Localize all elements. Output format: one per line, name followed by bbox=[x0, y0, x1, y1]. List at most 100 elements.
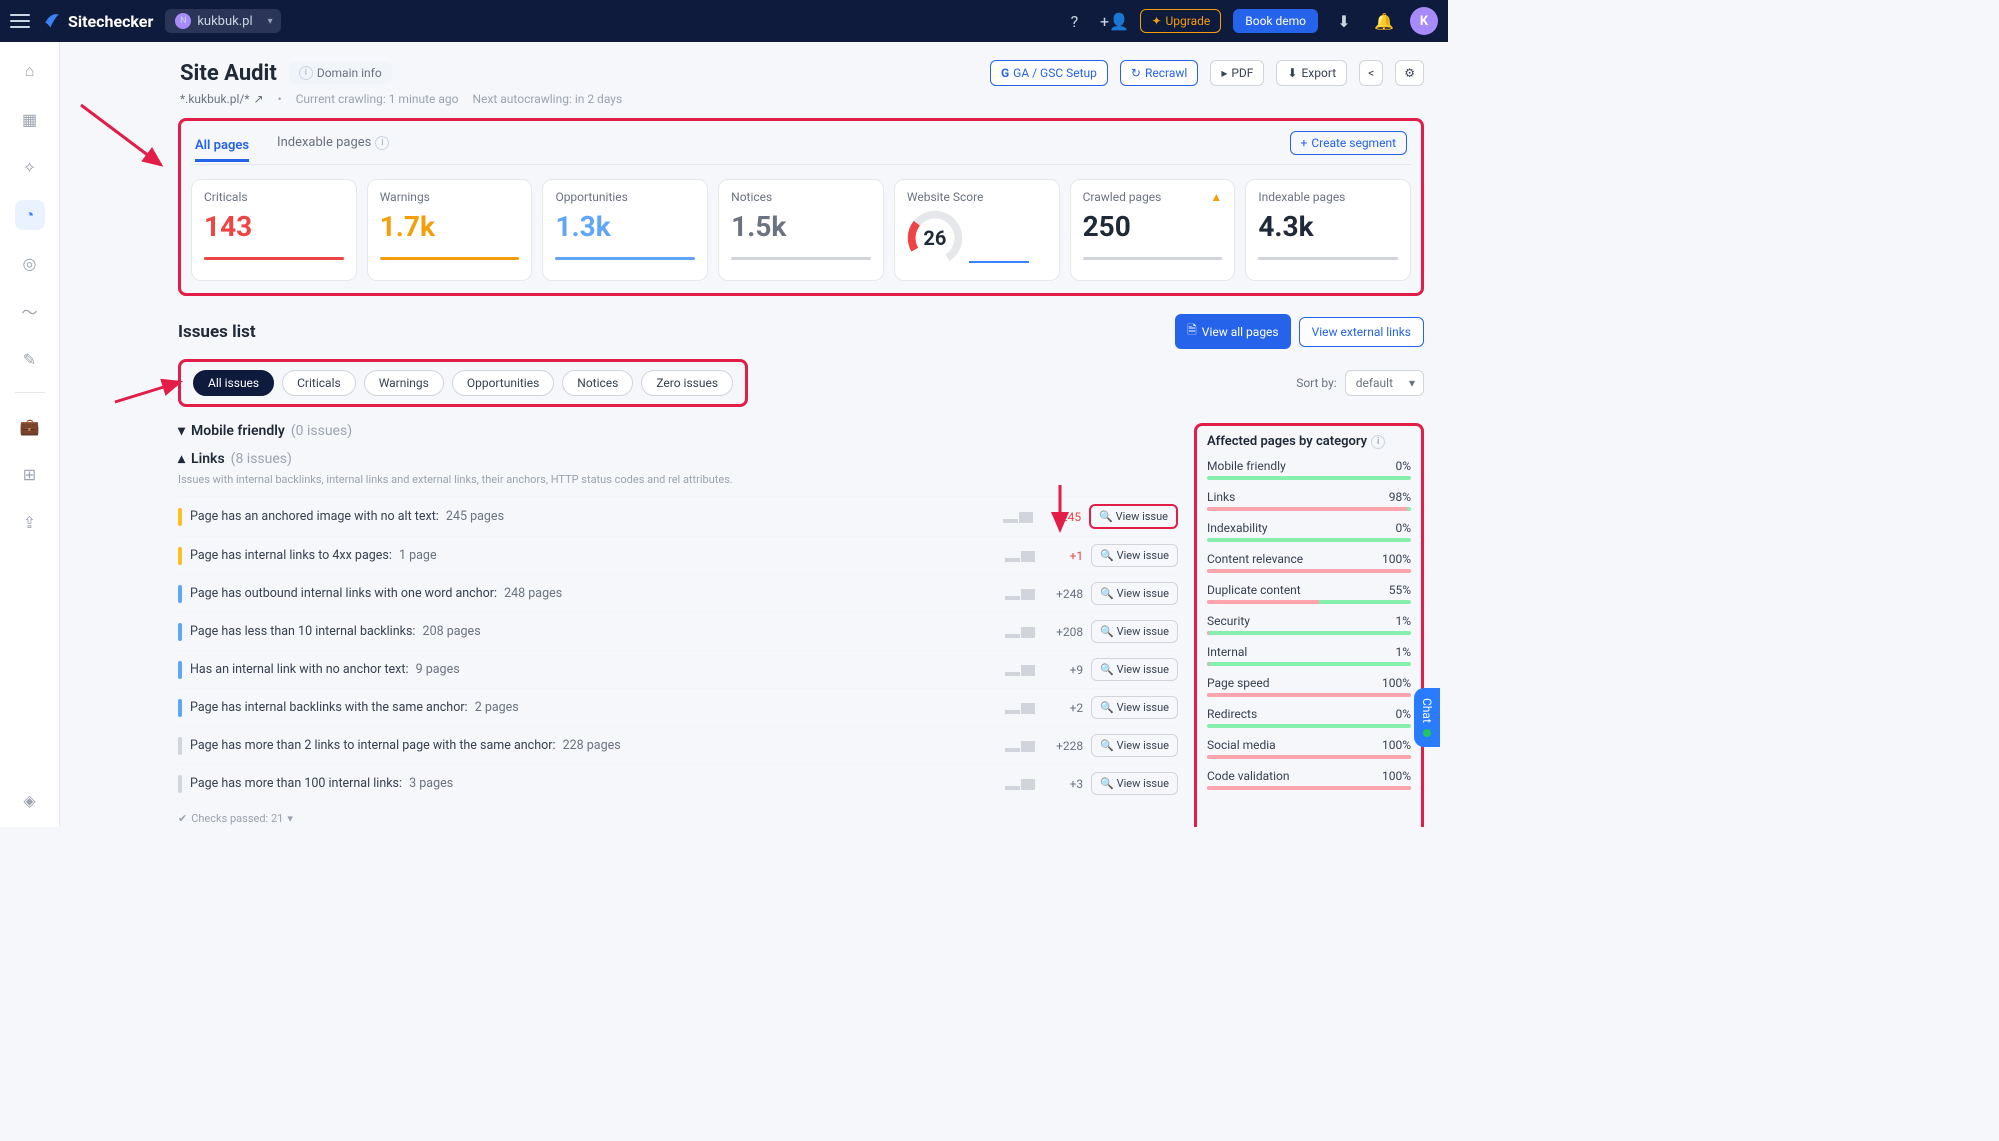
ga-gsc-button[interactable]: G GA / GSC Setup bbox=[990, 60, 1108, 86]
category-item[interactable]: Content relevance100% bbox=[1207, 552, 1411, 573]
view-issue-button[interactable]: 🔍 View issue bbox=[1089, 504, 1178, 529]
domain-info-button[interactable]: iDomain info bbox=[289, 62, 392, 84]
bell-icon[interactable]: 🔔 bbox=[1370, 7, 1398, 35]
issue-delta: +3 bbox=[1043, 777, 1083, 791]
issue-text[interactable]: Page has outbound internal links with on… bbox=[190, 586, 997, 601]
stat-website-score[interactable]: Website Score 26 bbox=[894, 179, 1060, 281]
stat-criticals[interactable]: Criticals 143 bbox=[191, 179, 357, 281]
download-icon[interactable]: ⬇ bbox=[1330, 7, 1358, 35]
filter-pills: All issues Criticals Warnings Opportunit… bbox=[178, 359, 748, 407]
stat-crawled[interactable]: ▲ Crawled pages 250 bbox=[1070, 179, 1236, 281]
sidebar-item-search[interactable]: ✧ bbox=[15, 152, 45, 182]
stats-panel: All pages Indexable pages i + Create seg… bbox=[178, 118, 1424, 296]
filter-criticals[interactable]: Criticals bbox=[282, 370, 356, 396]
sidebar-item-target[interactable]: ◎ bbox=[15, 248, 45, 278]
view-external-links-button[interactable]: View external links bbox=[1299, 317, 1424, 347]
issue-text[interactable]: Page has internal links to 4xx pages: 1 … bbox=[190, 548, 997, 563]
view-issue-button[interactable]: 🔍 View issue bbox=[1091, 658, 1178, 681]
stat-notices[interactable]: Notices 1.5k bbox=[718, 179, 884, 281]
group-header-links[interactable]: ▴ Links (8 issues) bbox=[178, 451, 1178, 467]
category-pct: 1% bbox=[1395, 645, 1411, 659]
sort-select[interactable]: default bbox=[1345, 370, 1424, 396]
issue-text[interactable]: Page has less than 10 internal backlinks… bbox=[190, 624, 997, 639]
create-segment-button[interactable]: + Create segment bbox=[1290, 131, 1407, 155]
hamburger-menu[interactable] bbox=[10, 14, 30, 28]
view-issue-button[interactable]: 🔍 View issue bbox=[1091, 582, 1178, 605]
severity-indicator bbox=[178, 508, 182, 526]
category-item[interactable]: Duplicate content55% bbox=[1207, 583, 1411, 604]
share-button[interactable]: < bbox=[1359, 60, 1383, 86]
sidebar-item-apps[interactable]: ⊞ bbox=[15, 459, 45, 489]
domain-selector[interactable]: N kukbuk.pl bbox=[165, 9, 280, 33]
recrawl-button[interactable]: ↻ Recrawl bbox=[1120, 60, 1198, 86]
issue-text[interactable]: Has an internal link with no anchor text… bbox=[190, 662, 997, 677]
view-issue-button[interactable]: 🔍 View issue bbox=[1091, 620, 1178, 643]
book-demo-button[interactable]: Book demo bbox=[1233, 9, 1318, 33]
group-name: Links bbox=[191, 451, 225, 467]
tab-indexable[interactable]: Indexable pages i bbox=[277, 129, 389, 156]
sort-label: Sort by: bbox=[1296, 376, 1337, 390]
sidebar-item-home[interactable]: ⌂ bbox=[15, 56, 45, 86]
help-icon[interactable]: ? bbox=[1060, 7, 1088, 35]
sidebar-item-audit[interactable]: ◔ bbox=[15, 200, 45, 230]
issue-text[interactable]: Page has more than 100 internal links: 3… bbox=[190, 776, 997, 791]
settings-button[interactable]: ⚙ bbox=[1395, 60, 1424, 86]
upgrade-button[interactable]: ✦ Upgrade bbox=[1140, 9, 1221, 33]
view-issue-button[interactable]: 🔍 View issue bbox=[1091, 772, 1178, 795]
info-icon: i bbox=[1371, 435, 1385, 449]
sort-control: Sort by: default bbox=[1296, 370, 1424, 396]
group-mobile: ▾ Mobile friendly (0 issues) bbox=[178, 423, 1178, 439]
category-bar bbox=[1207, 755, 1411, 759]
pdf-button[interactable]: ▸ PDF bbox=[1210, 60, 1264, 86]
brand-logo[interactable]: Sitechecker bbox=[42, 11, 153, 31]
category-item[interactable]: Internal1% bbox=[1207, 645, 1411, 666]
tab-all-pages[interactable]: All pages bbox=[195, 132, 249, 162]
domain-info-label: Domain info bbox=[317, 66, 382, 80]
checks-passed[interactable]: ✔ Checks passed: 21 ▾ bbox=[178, 812, 1178, 825]
category-bar bbox=[1207, 569, 1411, 573]
category-item[interactable]: Security1% bbox=[1207, 614, 1411, 635]
category-pct: 100% bbox=[1382, 552, 1411, 566]
view-issue-button[interactable]: 🔍 View issue bbox=[1091, 544, 1178, 567]
add-user-icon[interactable]: +👤 bbox=[1100, 7, 1128, 35]
sidebar-item-dashboard[interactable]: ▦ bbox=[15, 104, 45, 134]
sidebar-item-trends[interactable]: 〜 bbox=[15, 296, 45, 326]
scope-link[interactable]: *.kukbuk.pl/* ↗ bbox=[180, 92, 264, 106]
category-pct: 100% bbox=[1382, 769, 1411, 783]
issue-text[interactable]: Page has more than 2 links to internal p… bbox=[190, 738, 997, 753]
sidebar-item-diamond[interactable]: ◈ bbox=[15, 785, 45, 815]
category-item[interactable]: Indexability0% bbox=[1207, 521, 1411, 542]
brand-name: Sitechecker bbox=[68, 12, 153, 31]
issue-text[interactable]: Page has an anchored image with no alt t… bbox=[190, 509, 995, 524]
avatar[interactable]: K bbox=[1410, 7, 1438, 35]
category-item[interactable]: Mobile friendly0% bbox=[1207, 459, 1411, 480]
issue-text[interactable]: Page has internal backlinks with the sam… bbox=[190, 700, 997, 715]
view-all-pages-button[interactable]: 🗎 View all pages bbox=[1175, 314, 1290, 349]
export-label: Export bbox=[1301, 66, 1336, 80]
view-issue-button[interactable]: 🔍 View issue bbox=[1091, 734, 1178, 757]
stat-opportunities[interactable]: Opportunities 1.3k bbox=[542, 179, 708, 281]
stat-warnings[interactable]: Warnings 1.7k bbox=[367, 179, 533, 281]
filter-opportunities[interactable]: Opportunities bbox=[452, 370, 554, 396]
sidebar-item-briefcase[interactable]: 💼 bbox=[15, 411, 45, 441]
group-header-mobile[interactable]: ▾ Mobile friendly (0 issues) bbox=[178, 423, 1178, 439]
sidebar-item-share[interactable]: ⇪ bbox=[15, 507, 45, 537]
severity-indicator bbox=[178, 661, 182, 679]
category-item[interactable]: Links98% bbox=[1207, 490, 1411, 511]
filter-zero[interactable]: Zero issues bbox=[641, 370, 733, 396]
category-bar bbox=[1207, 600, 1411, 604]
issue-delta: +245 bbox=[1041, 510, 1081, 524]
chat-button[interactable]: Chat bbox=[1414, 688, 1440, 747]
category-item[interactable]: Page speed100% bbox=[1207, 676, 1411, 697]
category-item[interactable]: Redirects0% bbox=[1207, 707, 1411, 728]
export-button[interactable]: ⬇ Export bbox=[1276, 60, 1347, 86]
filter-all[interactable]: All issues bbox=[193, 370, 274, 396]
stat-indexable[interactable]: Indexable pages 4.3k bbox=[1245, 179, 1411, 281]
category-item[interactable]: Social media100% bbox=[1207, 738, 1411, 759]
category-item[interactable]: Code validation100% bbox=[1207, 769, 1411, 790]
categories-title: Affected pages by category i bbox=[1207, 434, 1411, 449]
sidebar-item-magic[interactable]: ✎ bbox=[15, 344, 45, 374]
filter-notices[interactable]: Notices bbox=[562, 370, 633, 396]
filter-warnings[interactable]: Warnings bbox=[364, 370, 444, 396]
view-issue-button[interactable]: 🔍 View issue bbox=[1091, 696, 1178, 719]
